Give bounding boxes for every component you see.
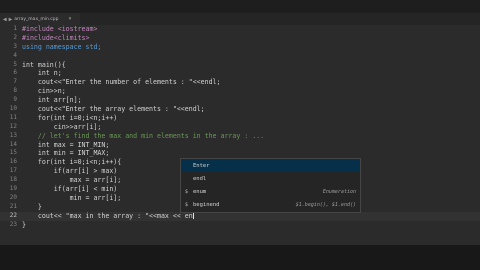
code-text: int min = INT_MAX; [22,149,110,158]
code-line[interactable]: #include <iostream> [22,25,480,34]
snippet-icon: $ [185,189,189,196]
code-line[interactable]: int n; [22,69,480,78]
code-text: int n; [22,69,62,78]
code-comment: // let's find the max and min elements i… [22,131,265,140]
code-line[interactable]: for(int i=0;i<n;i++) [22,114,480,123]
code-text: #include<climits> [22,33,90,42]
code-text: int arr[n]; [22,96,82,105]
code-text: using namespace std; [22,42,102,51]
suggestion-item[interactable]: endl [181,172,360,185]
code-line[interactable]: cin>>arr[i]; [22,123,480,132]
line-number: 10 [9,105,17,113]
code-line[interactable]: cout<<"Enter the number of elements : "<… [22,78,480,87]
line-number: 11 [9,113,17,121]
line-number: 21 [9,202,17,210]
line-number: 5 [13,60,17,68]
line-number: 20 [9,193,17,201]
suggestion-label: Enter [193,162,210,169]
bottom-bar [0,245,480,270]
code-line[interactable]: int max = INT_MIN; [22,141,480,150]
line-number: 23 [9,220,17,228]
code-line[interactable] [22,52,480,61]
chevron-left-icon[interactable]: ◀ [3,16,7,23]
window-top-bar [0,0,480,13]
line-number: 13 [9,131,17,139]
code-line[interactable]: #include<climits> [22,34,480,43]
code-line[interactable]: int arr[n]; [22,96,480,105]
code-line[interactable]: using namespace std; [22,43,480,52]
line-number: 6 [13,69,17,77]
code-text: int main(){ [22,60,66,69]
line-number: 12 [9,122,17,130]
code-line[interactable]: } [22,221,480,230]
line-number: 2 [13,33,17,41]
code-text: int max = INT_MIN; [22,140,110,149]
code-text: cout<<"Enter the array elements : "<<end… [22,105,205,114]
suggestion-item[interactable]: Enter [181,159,360,173]
code-text: if(arr[i] > max) [22,167,118,176]
code-text: } [22,202,42,211]
snippet-icon: $ [185,202,189,209]
code-line[interactable]: cin>>n; [22,87,480,96]
code-text: cout<< "max in the array : "<<max << en [22,211,193,220]
line-number: 17 [9,167,17,175]
line-number: 4 [13,51,17,59]
suggestion-label: endl [193,175,207,182]
code-text: for(int i=0;i<n;i++) [22,113,118,122]
code-text: min = arr[i]; [22,193,122,202]
code-text: } [22,220,26,229]
suggestion-label: enum [193,189,207,196]
line-number: 3 [13,42,17,50]
code-text: cin>>n; [22,87,66,96]
code-line[interactable]: // let's find the max and min elements i… [22,132,480,141]
code-text: max = arr[i]; [22,176,122,185]
line-number: 1 [13,25,17,32]
suggestion-detail: $1.begin(), $1.end() [295,202,356,209]
line-number: 8 [13,87,17,95]
line-number: 22 [9,211,17,219]
suggestion-item[interactable]: $ enum Enumeration [181,186,360,199]
text-cursor [192,212,194,220]
autocomplete-popup[interactable]: Enter endl $ enum Enumeration $ beginend… [180,158,361,213]
code-text: for(int i=0;i<n;i++){ [22,158,122,167]
line-number: 14 [9,140,17,148]
close-icon[interactable]: × [68,16,71,22]
suggestion-detail: Enumeration [322,189,356,196]
line-number: 7 [13,78,17,86]
code-text: cout<<"Enter the number of elements : "<… [22,78,221,87]
line-number-gutter: 1 2 3 4 5 6 7 8 9 10 11 12 13 14 15 16 17 18 19 20 21 22 23 [0,25,20,229]
tab-label: array_max_min.cpp [14,16,59,22]
line-number: 15 [9,149,17,157]
code-text: if(arr[i] < min) [22,185,118,194]
tab-array-max-min[interactable]: ◀ ▶ array_max_min.cpp × [0,13,80,25]
code-line[interactable]: cout<<"Enter the array elements : "<<end… [22,105,480,114]
suggestion-label: beginend [193,202,220,209]
chevron-right-icon[interactable]: ▶ [9,16,13,23]
line-number: 19 [9,185,17,193]
line-number: 9 [13,96,17,104]
code-text: cin>>arr[i]; [22,122,102,131]
suggestion-item[interactable]: $ beginend $1.begin(), $1.end() [181,199,360,212]
code-line[interactable]: cout<< "max in the array : "<<max << en [22,212,480,221]
code-line[interactable]: int main(){ [22,61,480,70]
line-number: 18 [9,176,17,184]
code-text: #include <iostream> [22,25,98,33]
line-number: 16 [9,158,17,166]
